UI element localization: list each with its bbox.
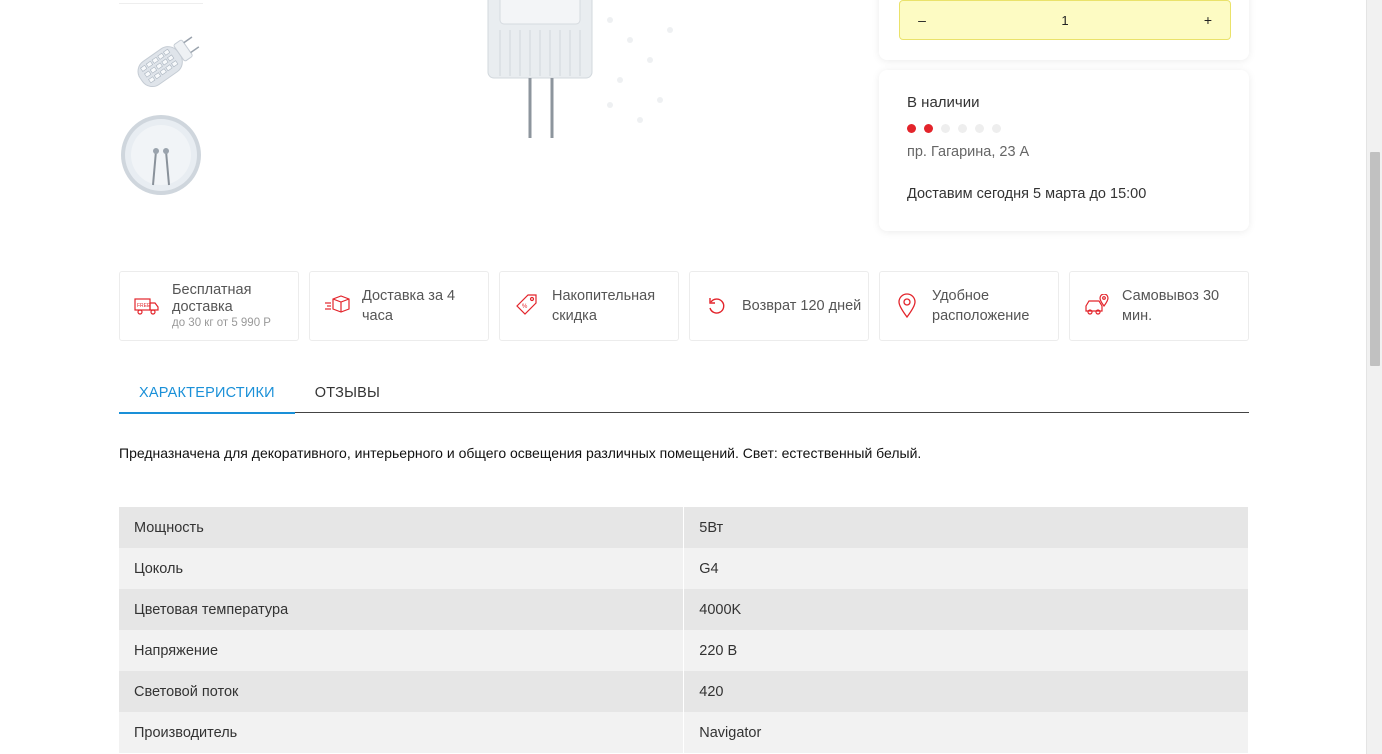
- spec-name: Световой поток: [119, 671, 685, 712]
- feature-label: Возврат 120 дней: [742, 298, 862, 314]
- spec-row: Цветовая температура 4000K: [119, 589, 1249, 630]
- lamp-side-thumbnail-image: [119, 0, 203, 4]
- availability-title: В наличии: [907, 94, 980, 111]
- delivery-note: Доставим сегодня 5 марта до 15:00: [907, 186, 1147, 202]
- spec-row: Мощность 5Вт: [119, 507, 1249, 548]
- g4-lamp-image: [487, 0, 673, 138]
- quantity-decrease-button[interactable]: –: [914, 12, 930, 28]
- tab-reviews[interactable]: ОТЗЫВЫ: [295, 372, 400, 413]
- stock-level-dot: [907, 124, 916, 133]
- delivery-box-icon: [322, 291, 352, 321]
- stock-level-dot: [992, 124, 1001, 133]
- scrollbar[interactable]: [1366, 0, 1382, 754]
- quantity-card: – 1 +: [879, 0, 1249, 60]
- feature-sublabel: до 30 кг от 5 990 Р: [172, 317, 271, 329]
- spec-name: Цоколь: [119, 548, 685, 589]
- feature-label: Доставка за 4 часа: [362, 288, 456, 324]
- spec-value: G4: [683, 548, 1249, 589]
- scrollbar-thumb[interactable]: [1370, 152, 1380, 366]
- stock-level-dot: [975, 124, 984, 133]
- spec-row: Цоколь G4: [119, 548, 1249, 589]
- product-thumbnail-2[interactable]: [119, 115, 203, 199]
- stock-level-dot: [958, 124, 967, 133]
- feature-return: Возврат 120 дней: [689, 271, 869, 341]
- spec-name: Цветовая температура: [119, 589, 685, 630]
- return-arrow-icon: [702, 291, 732, 321]
- tab-characteristics[interactable]: ХАРАКТЕРИСТИКИ: [119, 372, 295, 414]
- product-tabs: ХАРАКТЕРИСТИКИ ОТЗЫВЫ: [119, 372, 1249, 414]
- feature-label: Бесплатная доставка: [172, 282, 252, 315]
- product-description: Предназначена для декоративного, интерье…: [119, 445, 922, 461]
- store-address[interactable]: пр. Гагарина, 23 А: [907, 144, 1221, 160]
- free-delivery-truck-icon: FREE: [132, 291, 162, 321]
- availability-card: В наличии пр. Гагарина, 23 А Доставим се…: [879, 70, 1249, 231]
- spec-value: Navigator: [683, 712, 1249, 753]
- spec-row: Световой поток 420: [119, 671, 1249, 712]
- specs-table: Мощность 5Вт Цоколь G4 Цветовая температура 4…: [119, 507, 1249, 753]
- quantity-increase-button[interactable]: +: [1200, 12, 1216, 28]
- spec-row: Производитель Navigator: [119, 712, 1249, 753]
- stock-level-dot: [941, 124, 950, 133]
- product-thumbnail-1[interactable]: [119, 18, 203, 102]
- spec-value: 5Вт: [683, 507, 1249, 548]
- spec-value: 420: [683, 671, 1249, 712]
- stock-level-indicator: [907, 124, 1221, 133]
- feature-loyalty-discount: % Накопительная скидка: [499, 271, 679, 341]
- spec-name: Производитель: [119, 712, 685, 753]
- quantity-value[interactable]: 1: [1061, 13, 1068, 28]
- spec-value: 220 В: [683, 630, 1249, 671]
- spec-name: Мощность: [119, 507, 685, 548]
- pickup-car-icon: [1082, 291, 1112, 321]
- svg-text:%: %: [522, 304, 528, 310]
- discount-tag-icon: %: [512, 291, 542, 321]
- feature-delivery-4h: Доставка за 4 часа: [309, 271, 489, 341]
- feature-label: Накопительная скидка: [552, 288, 656, 324]
- feature-free-delivery: FREE Бесплатная доставка до 30 кг от 5 9…: [119, 271, 299, 341]
- feature-location: Удобное расположение: [879, 271, 1059, 341]
- svg-text:FREE: FREE: [137, 303, 151, 309]
- lamp-bottom-thumbnail-image: [121, 115, 201, 195]
- feature-pickup: Самовывоз 30 мин.: [1069, 271, 1249, 341]
- feature-label: Удобное расположение: [932, 288, 1030, 324]
- location-pin-icon: [892, 291, 922, 321]
- product-thumbnail-0[interactable]: [119, 0, 203, 4]
- spec-row: Напряжение 220 В: [119, 630, 1249, 671]
- features-row: FREE Бесплатная доставка до 30 кг от 5 9…: [119, 271, 1249, 341]
- feature-label: Самовывоз 30 мин.: [1122, 288, 1220, 324]
- quantity-stepper: – 1 +: [899, 0, 1231, 40]
- lamp-angled-thumbnail-image: [137, 36, 200, 88]
- spec-value: 4000K: [683, 589, 1249, 630]
- product-main-image: [460, 0, 720, 150]
- stock-level-dot: [924, 124, 933, 133]
- spec-name: Напряжение: [119, 630, 685, 671]
